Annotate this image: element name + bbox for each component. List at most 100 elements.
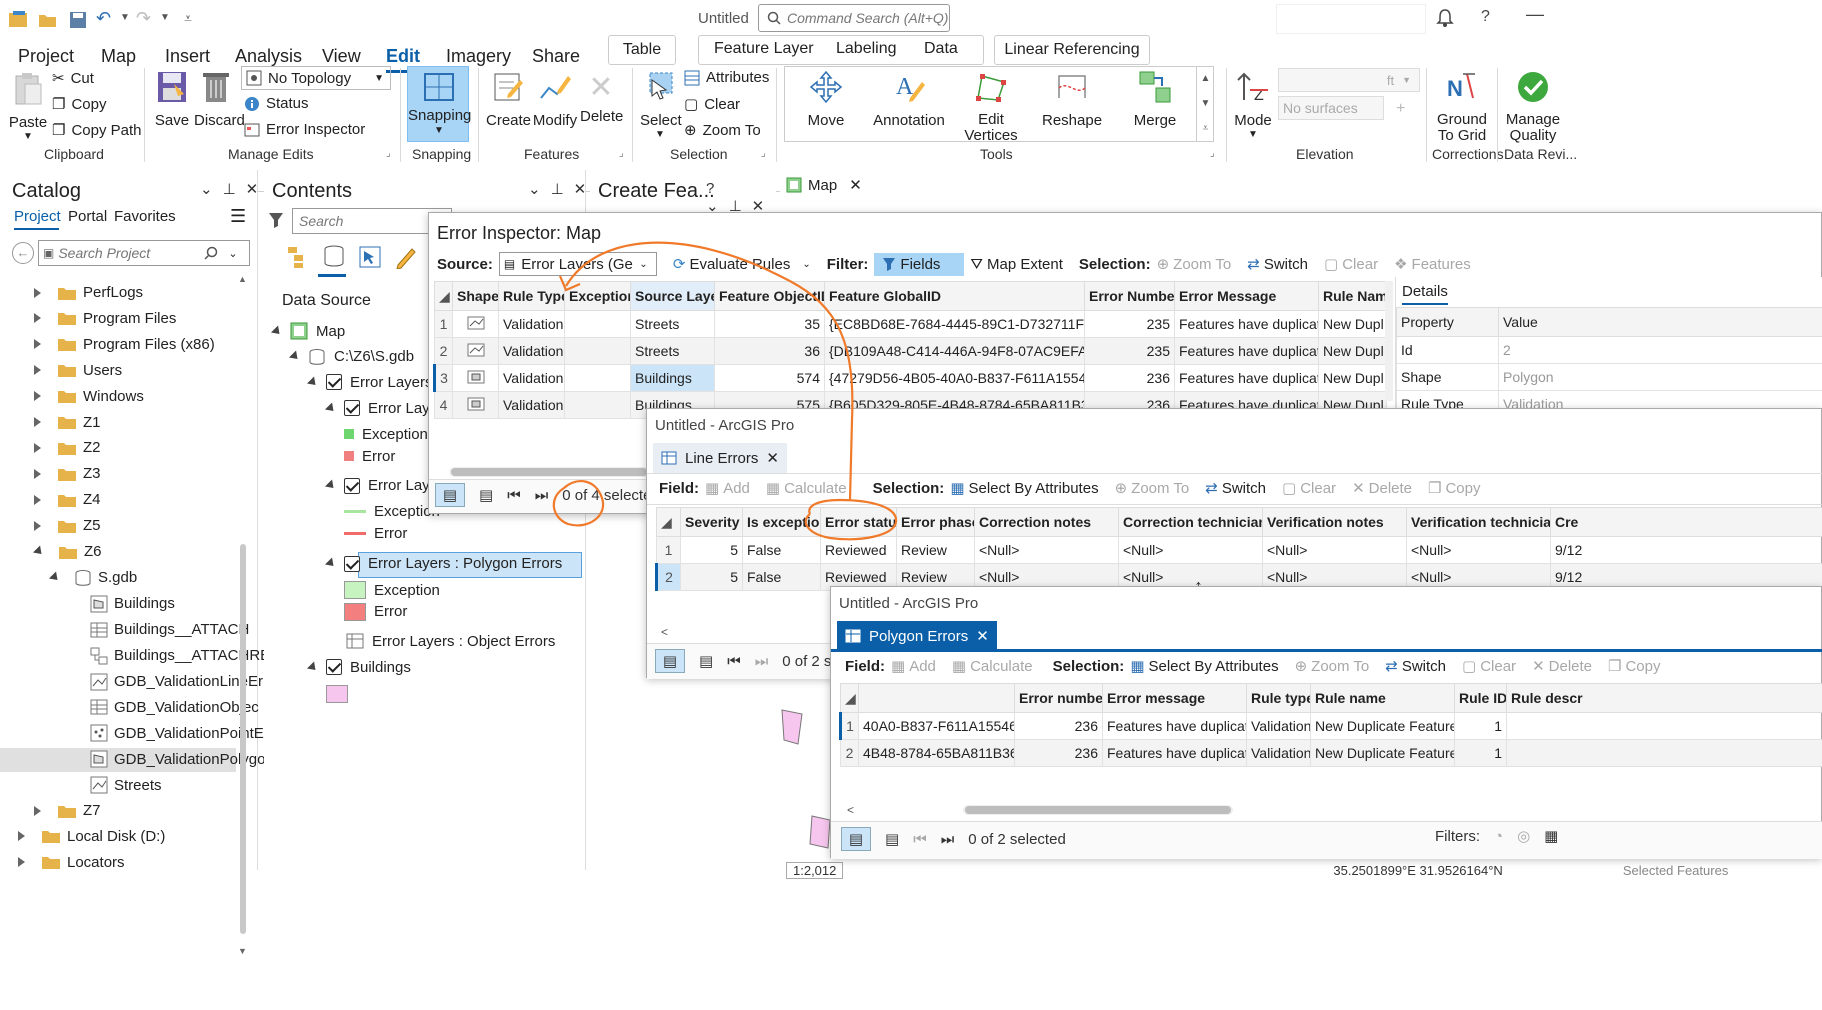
annotation-tool[interactable]: A Annotation: [872, 70, 946, 129]
close-icon[interactable]: ✕: [766, 449, 779, 467]
tab-map[interactable]: Map: [101, 46, 136, 67]
table-row[interactable]: 3 Validation Buildings 574 {47279D56-4B05-40…: [433, 364, 1387, 392]
line-zoom-to-button[interactable]: ⊕ Zoom To: [1115, 479, 1190, 498]
collapsed-arrow-icon[interactable]: [34, 287, 41, 298]
tab-share[interactable]: Share: [532, 46, 580, 67]
tools-gallery-scroll[interactable]: ▲ ▼ ⩡: [1196, 66, 1214, 142]
undo-dropdown-icon[interactable]: ▼: [120, 12, 130, 23]
copy-path-button[interactable]: ❐ Copy Path: [52, 121, 142, 140]
visibility-checkbox[interactable]: [326, 659, 342, 676]
calculate-field-button[interactable]: ▦ Calculate: [952, 657, 1033, 676]
collapsed-arrow-icon[interactable]: [34, 339, 41, 350]
select-button[interactable]: Select ▼: [640, 70, 682, 140]
catalog-item[interactable]: Program Files (x86): [0, 334, 236, 358]
expanded-arrow-icon[interactable]: [306, 661, 320, 674]
catalog-item[interactable]: Z3: [0, 463, 236, 487]
catalog-tab-favorites[interactable]: Favorites: [114, 208, 176, 225]
catalog-item[interactable]: GDB_ValidationPointE: [0, 722, 264, 746]
col-error-message[interactable]: Error message: [1102, 683, 1247, 713]
contextual-tab-labeling[interactable]: Labeling: [836, 40, 897, 58]
contextual-tab-table[interactable]: Table: [608, 35, 676, 65]
catalog-item[interactable]: GDB_ValidationPolygo: [0, 748, 265, 773]
expanded-arrow-icon[interactable]: [48, 571, 62, 584]
collapsed-arrow-icon[interactable]: [34, 391, 41, 402]
close-icon[interactable]: ✕: [849, 176, 862, 194]
features-launcher-icon[interactable]: ⌟: [619, 148, 624, 159]
visibility-checkbox[interactable]: [344, 400, 360, 417]
expanded-arrow-icon[interactable]: [32, 545, 46, 558]
map-view-tab[interactable]: Map ✕: [786, 172, 862, 198]
catalog-item[interactable]: Z1: [0, 412, 236, 436]
catalog-scrollbar[interactable]: ▲ ▼: [238, 274, 248, 956]
polygon-zoom-to-button[interactable]: ⊕ Zoom To: [1295, 657, 1370, 676]
catalog-item[interactable]: Z2: [0, 437, 236, 461]
table-row[interactable]: 24B48-8784-65BA811B36C0}236Features have…: [840, 739, 1822, 767]
elevation-mode-button[interactable]: Z Mode ▼: [1232, 70, 1274, 140]
filter-icon[interactable]: [268, 212, 284, 228]
col-error-status[interactable]: Error status: [820, 507, 897, 537]
contents-item[interactable]: Buildings: [264, 657, 580, 683]
attributes-button[interactable]: Attributes: [684, 69, 769, 86]
filter-fields-button[interactable]: Fields: [874, 252, 965, 276]
add-field-button[interactable]: ▦ Add: [891, 657, 936, 676]
redo-dropdown-icon[interactable]: ▼: [160, 12, 170, 23]
show-selected-records-icon[interactable]: ▤: [699, 652, 713, 670]
catalog-item[interactable]: Z7: [0, 800, 236, 824]
show-all-records-icon[interactable]: ▤: [841, 827, 871, 851]
line-delete-button[interactable]: ✕ Delete: [1352, 479, 1412, 498]
evaluate-rules-button[interactable]: ⟳ Evaluate Rules ⌄: [673, 255, 811, 274]
col-rule-name[interactable]: Rule name: [1310, 683, 1455, 713]
col-correction-notes[interactable]: Correction notes: [974, 507, 1119, 537]
expanded-arrow-icon[interactable]: [324, 479, 338, 492]
expanded-arrow-icon[interactable]: [324, 557, 338, 570]
minimize-icon[interactable]: —: [1526, 4, 1544, 25]
filter-definition-icon[interactable]: ◎: [1517, 827, 1530, 845]
catalog-item[interactable]: Local Disk (D:): [0, 826, 236, 850]
error-inspector-button[interactable]: Error Inspector: [244, 121, 365, 138]
back-icon[interactable]: ←: [12, 242, 34, 264]
col-shape[interactable]: Shape: [452, 281, 499, 311]
manage-edits-launcher-icon[interactable]: ⌟: [386, 148, 391, 159]
error-table-vscroll[interactable]: [1385, 281, 1393, 401]
scroll-left-icon[interactable]: <: [847, 803, 854, 817]
show-selected-records-icon[interactable]: ▤: [885, 830, 899, 848]
inspector-features-button[interactable]: ❖ Features: [1394, 255, 1471, 274]
tab-project[interactable]: Project: [18, 46, 74, 67]
tab-insert[interactable]: Insert: [165, 46, 210, 67]
catalog-item[interactable]: PerfLogs: [0, 282, 236, 306]
collapsed-arrow-icon[interactable]: [34, 805, 41, 816]
cut-button[interactable]: ✂ Cut: [52, 69, 94, 88]
elevation-value-field[interactable]: ft ▼: [1278, 68, 1420, 92]
col-feature-globalid[interactable]: [858, 683, 1015, 713]
collapsed-arrow-icon[interactable]: [34, 442, 41, 453]
error-table-hscroll[interactable]: [449, 467, 649, 477]
col-severity[interactable]: Severity: [680, 507, 743, 537]
collapsed-arrow-icon[interactable]: [34, 494, 41, 505]
line-errors-tab[interactable]: Line Errors ✕: [653, 443, 787, 473]
selection-launcher-icon[interactable]: ⌟: [761, 148, 766, 159]
col-rule-name[interactable]: Rule Nam: [1318, 281, 1387, 311]
merge-tool[interactable]: Merge: [1130, 70, 1180, 129]
contents-item[interactable]: Error Layers : Polygon Errors: [264, 552, 582, 579]
contextual-tab-data[interactable]: Data: [924, 40, 958, 58]
inspector-clear-button[interactable]: ▢ Clear: [1324, 255, 1378, 274]
user-sign-in[interactable]: [1276, 4, 1426, 34]
inspector-switch-button[interactable]: ⇄ Switch: [1247, 255, 1308, 274]
catalog-pane-controls[interactable]: ⌄⊥✕: [200, 180, 268, 198]
expanded-arrow-icon[interactable]: [324, 402, 338, 415]
polygon-copy-button[interactable]: ❐ Copy: [1608, 657, 1660, 676]
close-icon[interactable]: ✕: [976, 627, 989, 645]
col-correction-technician[interactable]: Correction technician: [1118, 507, 1263, 537]
visibility-checkbox[interactable]: [326, 374, 342, 391]
tab-view[interactable]: View: [322, 46, 361, 67]
collapsed-arrow-icon[interactable]: [34, 313, 41, 324]
catalog-tab-project[interactable]: Project: [14, 208, 61, 225]
contents-item[interactable]: Error Layers : Object Errors: [264, 631, 580, 657]
line-clear-button[interactable]: ▢ Clear: [1282, 479, 1336, 498]
catalog-item[interactable]: Buildings: [0, 593, 236, 617]
visibility-checkbox[interactable]: [344, 477, 360, 494]
paste-button[interactable]: Paste ▼: [8, 72, 48, 142]
col-rule-type[interactable]: Rule Type: [498, 281, 565, 311]
line-copy-button[interactable]: ❐ Copy: [1428, 479, 1480, 498]
table-row[interactable]: 1 Validation Streets 35 {EC8BD68E-7684-4445-…: [434, 310, 1387, 338]
